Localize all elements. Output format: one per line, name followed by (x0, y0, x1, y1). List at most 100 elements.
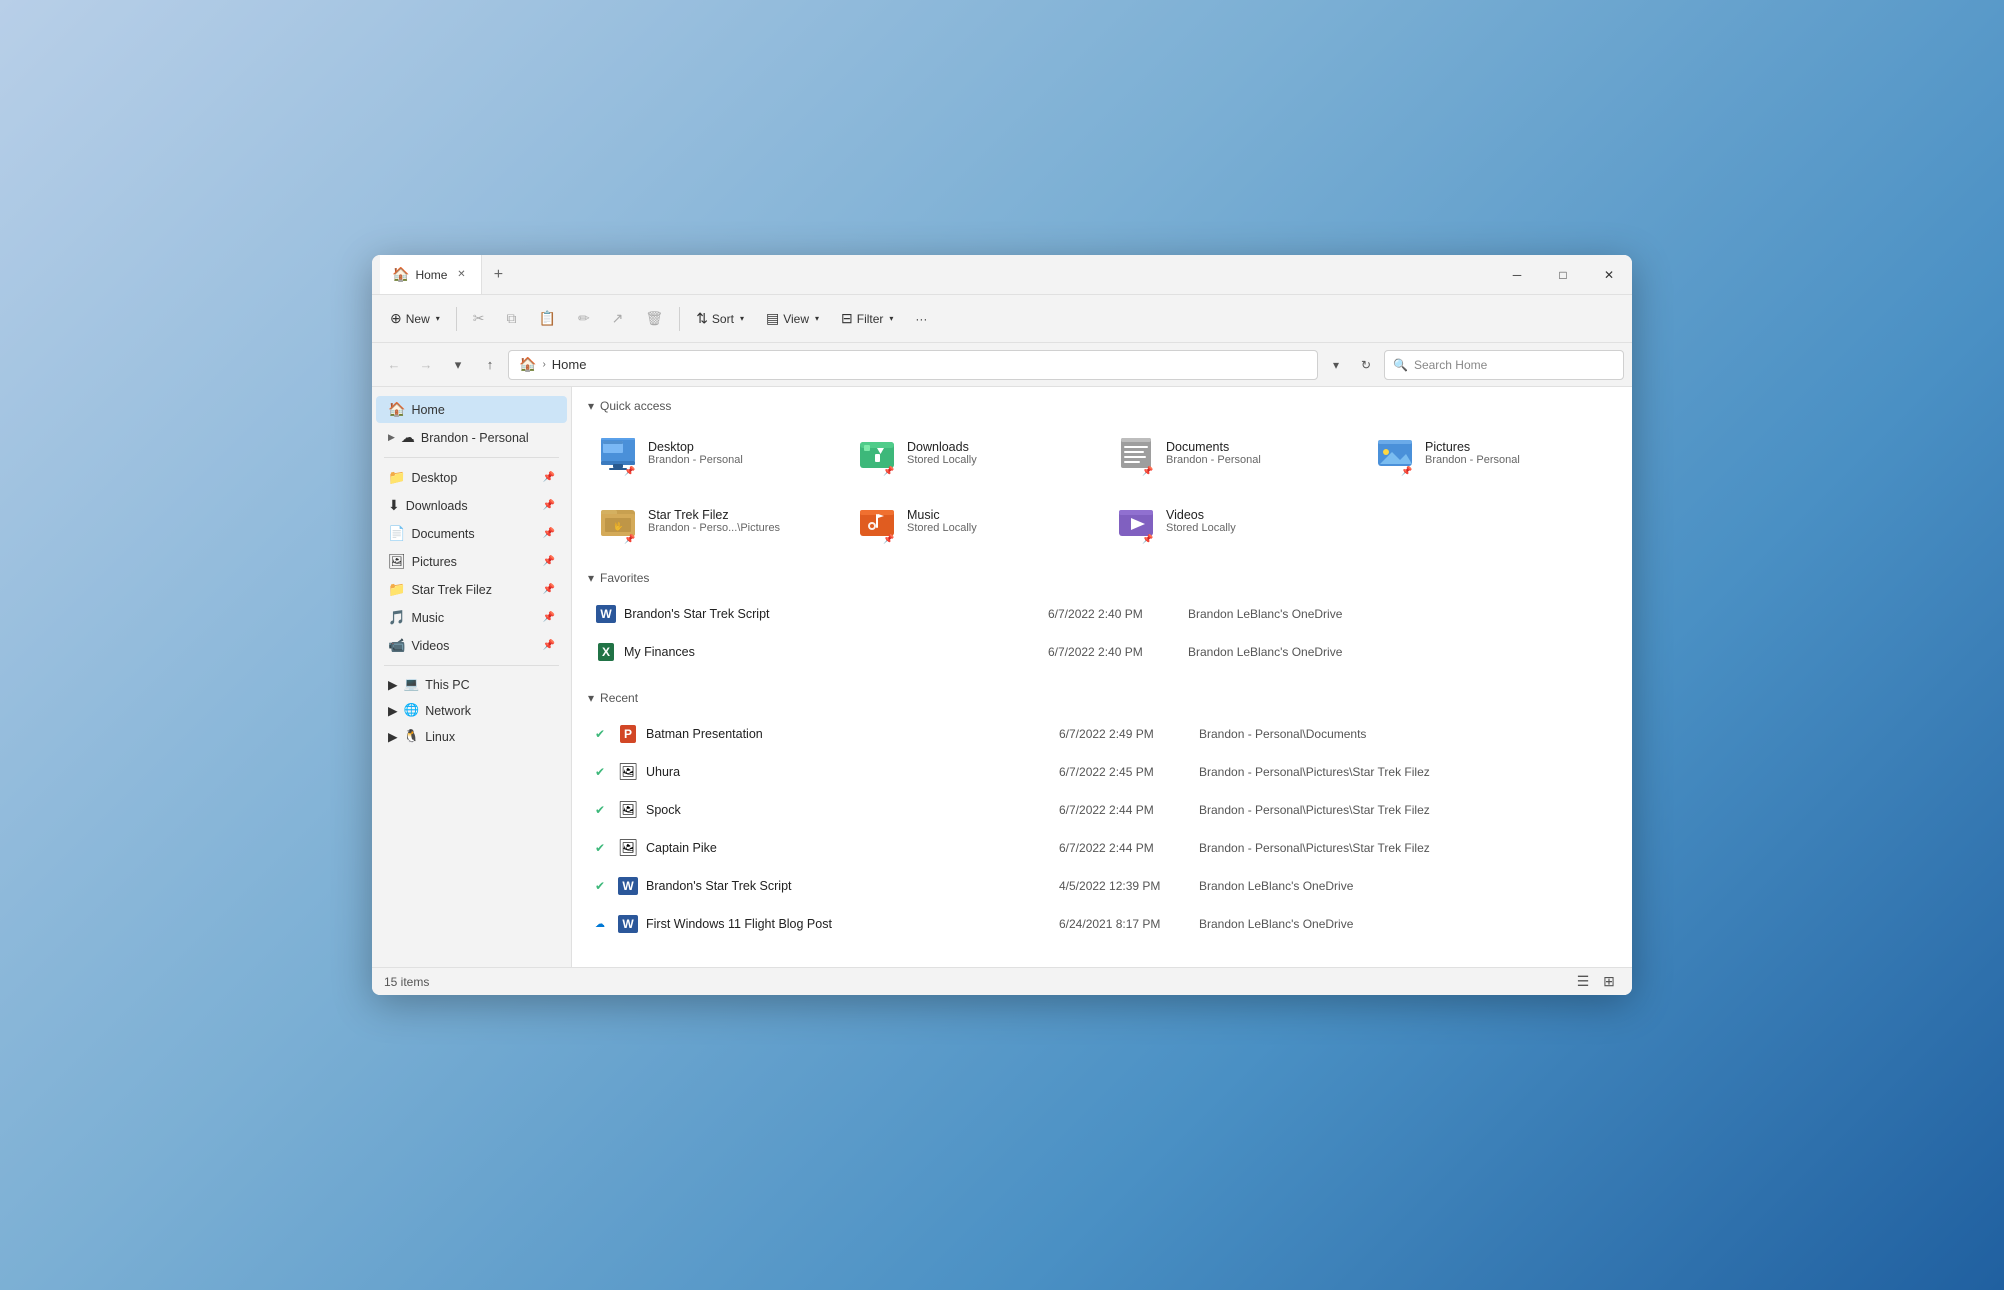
sidebar-startrek[interactable]: 📁 Star Trek Filez 📌 (376, 576, 567, 603)
sort-button[interactable]: ⇅ Sort ▾ (686, 304, 754, 333)
rename-button[interactable]: ✏ (568, 304, 600, 333)
more-button[interactable]: ··· (905, 306, 937, 332)
maximize-button[interactable]: □ (1540, 255, 1586, 295)
file-location: Brandon - Personal\Pictures\Star Trek Fi… (1199, 803, 1612, 817)
file-location: Brandon LeBlanc's OneDrive (1199, 879, 1612, 893)
new-icon: ⊕ (390, 310, 402, 327)
file-location: Brandon LeBlanc's OneDrive (1188, 607, 1612, 621)
this-pc-label: This PC (425, 678, 469, 692)
image-icon: 🖼 (614, 796, 642, 824)
cut-icon: ✂ (473, 310, 485, 327)
sidebar-home-icon: 🏠 (388, 401, 405, 418)
home-tab-icon: 🏠 (392, 266, 409, 283)
network-icon: 🌐 (404, 703, 420, 718)
file-name: My Finances (624, 645, 1048, 659)
network-expand: ▶ (388, 703, 398, 718)
sidebar-documents[interactable]: 📄 Documents 📌 (376, 520, 567, 547)
delete-button[interactable]: 🗑 (635, 304, 673, 333)
sidebar-music-label: Music (411, 611, 444, 625)
title-bar: 🏠 Home ✕ + ─ □ ✕ (372, 255, 1632, 295)
new-tab-button[interactable]: + (482, 259, 514, 291)
file-date: 6/7/2022 2:44 PM (1059, 803, 1199, 817)
sidebar-videos[interactable]: 📹 Videos 📌 (376, 632, 567, 659)
sidebar: 🏠 Home ▶ ☁ Brandon - Personal 📁 Desktop … (372, 387, 572, 967)
quick-access-header[interactable]: ▾ Quick access (588, 399, 1616, 413)
close-button[interactable]: ✕ (1586, 255, 1632, 295)
address-chevron: › (542, 359, 545, 370)
file-area: ▾ Quick access (572, 387, 1632, 967)
sidebar-desktop-pin: 📌 (543, 472, 555, 483)
sidebar-linux[interactable]: ▶ 🐧 Linux (376, 724, 567, 749)
list-item[interactable]: X My Finances 6/7/2022 2:40 PM Brandon L… (588, 633, 1616, 671)
quick-documents[interactable]: Documents Brandon - Personal 📌 (1106, 423, 1357, 483)
tab-close-button[interactable]: ✕ (453, 267, 469, 283)
recent-label: Recent (600, 691, 638, 705)
file-name: Batman Presentation (646, 727, 1059, 741)
cut-button[interactable]: ✂ (463, 304, 495, 333)
sidebar-home[interactable]: 🏠 Home (376, 396, 567, 423)
filter-button[interactable]: ⊟ Filter ▾ (831, 304, 903, 333)
history-button[interactable]: ▾ (444, 351, 472, 379)
grid-view-button[interactable]: ⊞ (1598, 971, 1620, 993)
sidebar-music-pin: 📌 (543, 612, 555, 623)
address-home-icon: 🏠 (519, 356, 536, 373)
up-button[interactable]: ↑ (476, 351, 504, 379)
sidebar-videos-label: Videos (411, 639, 449, 653)
sidebar-pictures[interactable]: 🖼 Pictures 📌 (376, 548, 567, 575)
file-explorer-window: 🏠 Home ✕ + ─ □ ✕ ⊕ New ▾ ✂ ⧉ 📋 ✏ (372, 255, 1632, 995)
file-date: 4/5/2022 12:39 PM (1059, 879, 1199, 893)
quick-startrek[interactable]: 🖖 Star Trek Filez Brandon - Perso...\Pic… (588, 491, 839, 551)
search-box[interactable]: 🔍 Search Home (1384, 350, 1624, 380)
list-item[interactable]: W Brandon's Star Trek Script 6/7/2022 2:… (588, 595, 1616, 633)
quick-videos[interactable]: Videos Stored Locally 📌 (1106, 491, 1357, 551)
quick-desktop[interactable]: Desktop Brandon - Personal 📌 (588, 423, 839, 483)
list-item[interactable]: ✔ 🖼 Captain Pike 6/7/2022 2:44 PM Brando… (588, 829, 1616, 867)
list-item[interactable]: ✔ 🖼 Spock 6/7/2022 2:44 PM Brandon - Per… (588, 791, 1616, 829)
list-item[interactable]: ✔ W Brandon's Star Trek Script 4/5/2022 … (588, 867, 1616, 905)
quick-music[interactable]: Music Stored Locally 📌 (847, 491, 1098, 551)
sidebar-network[interactable]: ▶ 🌐 Network (376, 698, 567, 723)
file-name: Captain Pike (646, 841, 1059, 855)
favorites-header[interactable]: ▾ Favorites (588, 571, 1616, 585)
file-date: 6/7/2022 2:40 PM (1048, 645, 1188, 659)
sidebar-onedrive-icon: ☁ (401, 429, 415, 446)
view-icon: ▤ (766, 310, 779, 327)
sidebar-startrek-icon: 📁 (388, 581, 405, 598)
paste-button[interactable]: 📋 (529, 304, 566, 333)
quick-downloads[interactable]: Downloads Stored Locally 📌 (847, 423, 1098, 483)
home-tab[interactable]: 🏠 Home ✕ (380, 255, 482, 294)
word-icon: W (592, 600, 620, 628)
back-button[interactable]: ← (380, 351, 408, 379)
view-controls: ☰ ⊞ (1572, 971, 1620, 993)
favorites-chevron: ▾ (588, 571, 594, 585)
word-icon: W (614, 872, 642, 900)
sidebar-downloads[interactable]: ⬇ Downloads 📌 (376, 492, 567, 519)
view-button[interactable]: ▤ View ▾ (756, 304, 829, 333)
list-item[interactable]: ✔ P Batman Presentation 6/7/2022 2:49 PM… (588, 715, 1616, 753)
new-button[interactable]: ⊕ New ▾ (380, 304, 450, 333)
refresh-button[interactable]: ↻ (1352, 351, 1380, 379)
svg-text:🖖: 🖖 (613, 521, 623, 532)
sidebar-desktop-icon: 📁 (388, 469, 405, 486)
sidebar-this-pc[interactable]: ▶ 💻 This PC (376, 672, 567, 697)
quick-pictures[interactable]: Pictures Brandon - Personal 📌 (1365, 423, 1616, 483)
dropdown-button[interactable]: ▾ (1322, 351, 1350, 379)
list-item[interactable]: ✔ 🖼 Uhura 6/7/2022 2:45 PM Brandon - Per… (588, 753, 1616, 791)
sidebar-videos-pin: 📌 (543, 640, 555, 651)
copy-icon: ⧉ (507, 310, 517, 327)
forward-button[interactable]: → (412, 351, 440, 379)
linux-icon: 🐧 (404, 729, 420, 744)
copy-button[interactable]: ⧉ (497, 304, 527, 333)
address-box[interactable]: 🏠 › Home (508, 350, 1318, 380)
sidebar-desktop[interactable]: 📁 Desktop 📌 (376, 464, 567, 491)
sidebar-divider-2 (384, 665, 559, 666)
sidebar-music-icon: 🎵 (388, 609, 405, 626)
minimize-button[interactable]: ─ (1494, 255, 1540, 295)
sidebar-brandon-personal[interactable]: ▶ ☁ Brandon - Personal (376, 424, 567, 451)
list-item[interactable]: ☁ W First Windows 11 Flight Blog Post 6/… (588, 905, 1616, 943)
list-view-button[interactable]: ☰ (1572, 971, 1594, 993)
share-button[interactable]: ↗ (602, 304, 634, 333)
sidebar-music[interactable]: 🎵 Music 📌 (376, 604, 567, 631)
quick-desktop-text: Desktop Brandon - Personal 📌 (648, 440, 743, 466)
recent-header[interactable]: ▾ Recent (588, 691, 1616, 705)
